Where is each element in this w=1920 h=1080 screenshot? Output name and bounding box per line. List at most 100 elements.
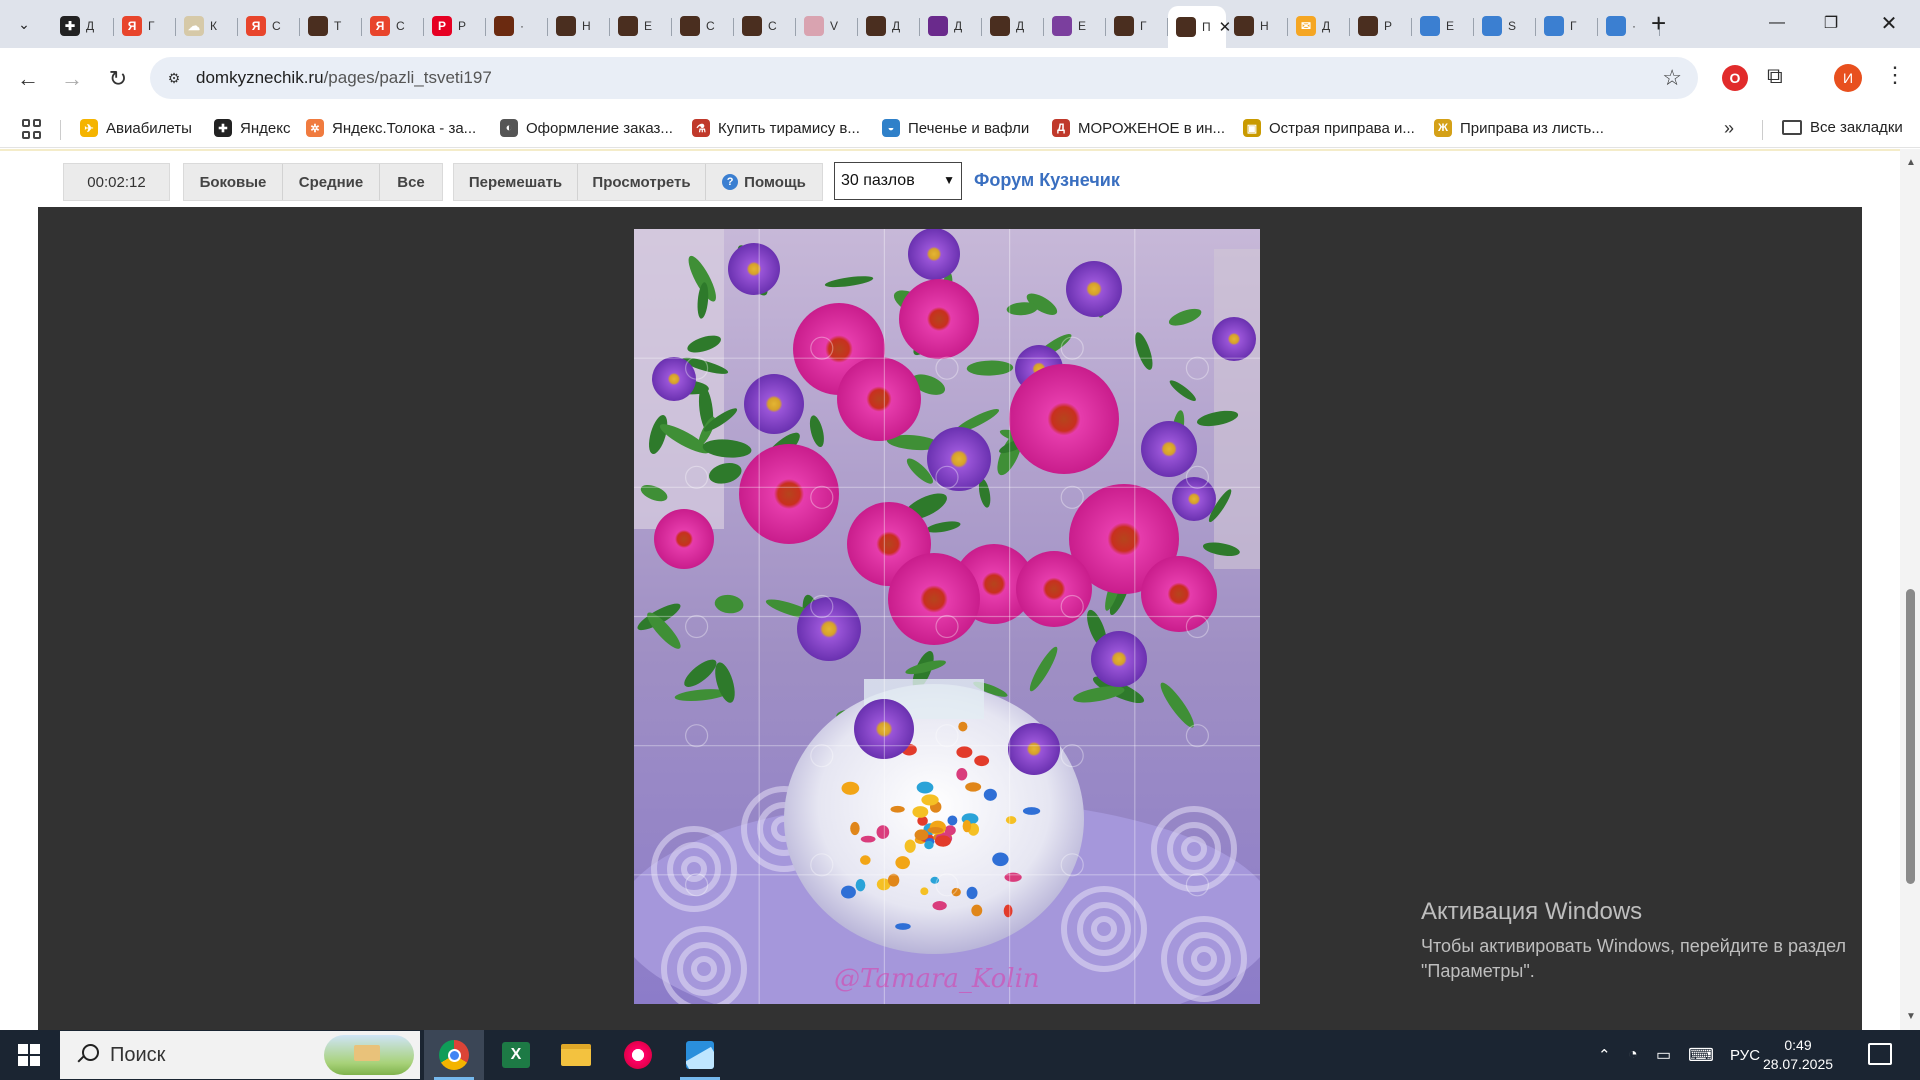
back-button[interactable]: ←: [12, 63, 44, 95]
bookmark-item[interactable]: Д МОРОЖЕНОЕ в ин...: [1052, 119, 1225, 137]
excel-icon: X: [502, 1042, 530, 1068]
browser-tab[interactable]: ☁ К: [176, 8, 238, 44]
tab-favicon-icon: [618, 16, 638, 36]
taskbar-chrome[interactable]: [424, 1030, 484, 1080]
taskbar-excel[interactable]: X: [486, 1030, 546, 1080]
browser-tab[interactable]: Р: [1350, 8, 1412, 44]
language-indicator[interactable]: РУС: [1730, 1030, 1760, 1080]
bookmark-star-icon[interactable]: ☆: [1662, 65, 1682, 91]
help-button[interactable]: ? Помощь: [706, 164, 822, 200]
browser-tab[interactable]: ·: [486, 8, 548, 44]
taskbar-search[interactable]: Поиск: [60, 1031, 420, 1079]
browser-tab[interactable]: Е: [1044, 8, 1106, 44]
more-bookmarks-chevron-icon[interactable]: »: [1724, 118, 1734, 139]
browser-tab[interactable]: PР: [424, 8, 486, 44]
bookmark-item[interactable]: ⚗ Купить тирамису в...: [692, 119, 860, 137]
tab-title: К: [210, 19, 217, 33]
browser-tab[interactable]: Е: [610, 8, 672, 44]
battery-icon[interactable]: ▭: [1656, 1030, 1671, 1080]
extensions-icon[interactable]: ⧉: [1767, 63, 1783, 89]
bookmark-item[interactable]: ✲ Яндекс.Толока - за...: [306, 119, 476, 137]
preview-button[interactable]: Просмотреть: [578, 164, 706, 200]
start-button[interactable]: [0, 1030, 58, 1080]
tab-favicon-icon: ✉: [1296, 16, 1316, 36]
browser-tab[interactable]: Г: [1536, 8, 1598, 44]
system-clock[interactable]: 0:49 28.07.2025: [1758, 1036, 1838, 1074]
tab-title: Е: [644, 19, 653, 33]
all-bookmarks-button[interactable]: Все закладки: [1782, 119, 1903, 136]
minimize-button[interactable]: —: [1754, 8, 1800, 38]
apps-grid-icon[interactable]: [22, 119, 42, 139]
filter-edges-button[interactable]: Боковые: [184, 164, 283, 200]
taskbar-itunes[interactable]: [608, 1030, 668, 1080]
browser-tab[interactable]: Д: [858, 8, 920, 44]
forward-button[interactable]: →: [56, 63, 88, 95]
bookmark-item[interactable]: Ж Приправа из листь...: [1434, 119, 1604, 137]
restore-button[interactable]: ❐: [1808, 8, 1854, 38]
reload-button[interactable]: ↻: [102, 63, 134, 95]
browser-tab[interactable]: ✉ Д: [1288, 8, 1350, 44]
notifications-icon[interactable]: [1868, 1043, 1892, 1065]
page-scrollbar[interactable]: ▲ ▼: [1900, 149, 1920, 1030]
tab-favicon-icon: [804, 16, 824, 36]
filter-all-button[interactable]: Все: [380, 164, 442, 200]
browser-tab[interactable]: Г: [1106, 8, 1168, 44]
browser-tab[interactable]: ✚ Д: [52, 8, 114, 44]
url-text[interactable]: domkyznechik.ru/pages/pazli_tsveti197: [196, 68, 492, 88]
tab-favicon-icon: [1544, 16, 1564, 36]
forum-link[interactable]: Форум Кузнечик: [974, 170, 1120, 191]
tab-favicon-icon: [990, 16, 1010, 36]
bookmark-item[interactable]: ✈ Авиабилеты: [80, 119, 192, 137]
browser-tab[interactable]: Н: [1226, 8, 1288, 44]
keyboard-icon[interactable]: ⌨: [1688, 1030, 1714, 1080]
browser-tab[interactable]: Т: [300, 8, 362, 44]
puzzle-controls: 00:02:12 Боковые Средние Все Перемешать …: [0, 149, 1900, 207]
chrome-icon: [439, 1040, 469, 1070]
filter-middle-button[interactable]: Средние: [283, 164, 380, 200]
browser-tab[interactable]: ЯГ: [114, 8, 176, 44]
browser-tab[interactable]: С: [734, 8, 796, 44]
puzzle-image[interactable]: @Tamara_Kolin: [634, 229, 1260, 1004]
browser-tab[interactable]: С: [672, 8, 734, 44]
new-tab-button[interactable]: +: [1651, 10, 1666, 36]
browser-menu-icon[interactable]: ⋮: [1884, 62, 1906, 88]
bookmark-item[interactable]: ✚ Яндекс: [214, 119, 290, 137]
search-highlight-image: [324, 1035, 414, 1075]
browser-tab[interactable]: П ✕: [1168, 6, 1231, 48]
browser-tab[interactable]: V: [796, 8, 858, 44]
bookmark-label: МОРОЖЕНОЕ в ин...: [1078, 119, 1226, 137]
bookmark-label: Приправа из листь...: [1460, 119, 1604, 137]
tab-title: V: [830, 19, 839, 33]
taskbar-photos[interactable]: [670, 1030, 730, 1080]
browser-tab[interactable]: Д: [982, 8, 1044, 44]
shuffle-button[interactable]: Перемешать: [454, 164, 578, 200]
bookmark-favicon-icon: ⚗: [692, 119, 710, 137]
site-info-icon[interactable]: ⚙: [164, 68, 184, 88]
close-window-button[interactable]: ✕: [1866, 8, 1912, 38]
profile-avatar[interactable]: И: [1834, 64, 1862, 92]
browser-tab[interactable]: Н: [548, 8, 610, 44]
image-signature: @Tamara_Kolin: [834, 964, 1040, 994]
address-bar[interactable]: ⚙ domkyznechik.ru/pages/pazli_tsveti197 …: [150, 57, 1698, 99]
scroll-down-icon[interactable]: ▼: [1906, 1011, 1916, 1022]
tab-title: С: [396, 19, 405, 33]
browser-tab[interactable]: Е: [1412, 8, 1474, 44]
pieces-count-select[interactable]: 30 пазлов ▼: [834, 162, 962, 200]
bookmark-favicon-icon: Ж: [1434, 119, 1452, 137]
browser-toolbar: ← → ↻ ⚙ domkyznechik.ru/pages/pazli_tsve…: [0, 48, 1920, 110]
browser-tab[interactable]: ЯС: [238, 8, 300, 44]
browser-tab[interactable]: S: [1474, 8, 1536, 44]
bookmark-item[interactable]: ◐ Оформление заказ...: [500, 119, 673, 137]
scroll-up-icon[interactable]: ▲: [1906, 157, 1916, 168]
taskbar-file-explorer[interactable]: [546, 1030, 606, 1080]
bookmark-item[interactable]: ▣ Острая приправа и...: [1243, 119, 1415, 137]
tab-search-chevron-icon[interactable]: ⌄: [10, 12, 38, 36]
show-hidden-icons[interactable]: ⌃: [1598, 1030, 1611, 1080]
bookmark-item[interactable]: ◒ Печенье и вафли: [882, 119, 1029, 137]
adblock-extension-icon[interactable]: O: [1722, 65, 1748, 91]
browser-tab[interactable]: Д: [920, 8, 982, 44]
network-icon[interactable]: ◔: [1628, 1030, 1638, 1080]
tab-title: Н: [1260, 19, 1269, 33]
scroll-thumb[interactable]: [1906, 589, 1915, 884]
browser-tab[interactable]: ЯС: [362, 8, 424, 44]
